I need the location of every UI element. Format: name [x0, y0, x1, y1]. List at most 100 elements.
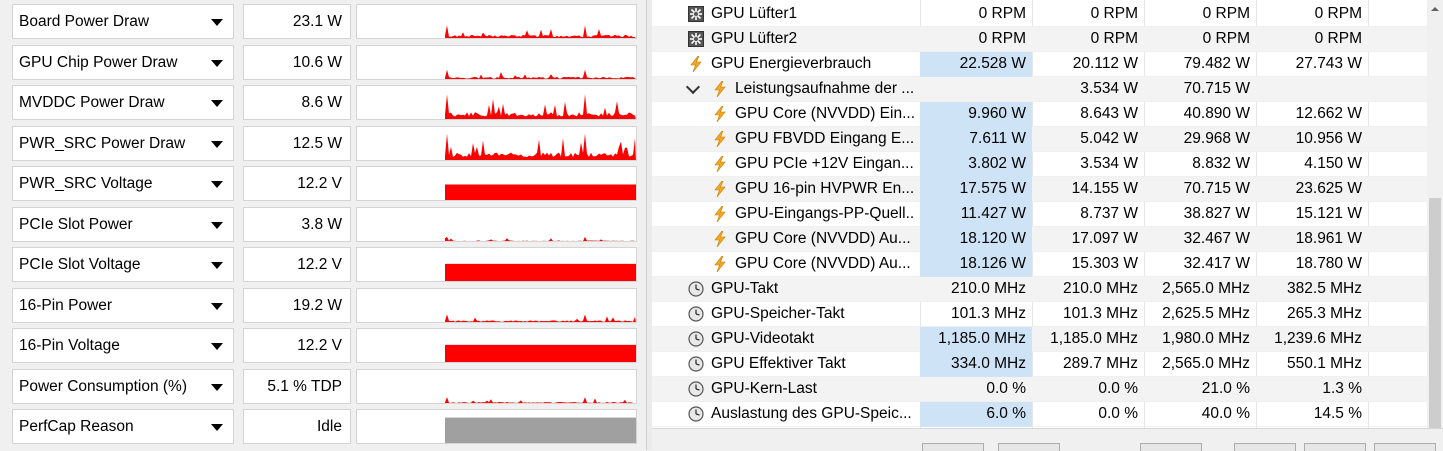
minimum-value-cell: 8.643 W — [1032, 102, 1144, 127]
value-text: 21.0 % — [1201, 380, 1250, 397]
sensor-graph — [356, 368, 637, 404]
maximum-value-cell: 0 RPM — [1144, 2, 1256, 27]
value-text: 265.3 MHz — [1287, 305, 1362, 322]
current-value-cell: 7.611 W — [920, 127, 1032, 152]
fan-icon — [688, 6, 704, 22]
vertical-scrollbar[interactable] — [1427, 0, 1443, 428]
chevron-down-icon[interactable] — [685, 79, 701, 95]
sensor-graph — [356, 287, 637, 323]
dropdown-arrow-icon[interactable] — [211, 19, 223, 26]
sensor-list-row[interactable]: GPU-Takt 210.0 MHz 210.0 MHz 2,565.0 MHz 382… — [652, 277, 1427, 302]
value-text: 70.715 W — [1183, 80, 1250, 97]
sensor-label: Auslastung des GPU-Speic... — [711, 405, 912, 422]
sensor-name-dropdown[interactable]: MVDDC Power Draw — [12, 85, 234, 120]
sensor-list-row[interactable]: GPU FBVDD Eingang E... 7.611 W 5.042 W 29.9… — [652, 127, 1427, 152]
lightning-icon — [688, 55, 704, 73]
value-text: 11.427 W — [960, 205, 1026, 222]
current-value-cell: 1,185.0 MHz — [920, 327, 1032, 352]
value-text: 15.303 W — [1071, 255, 1138, 272]
current-value-cell: 6.0 % — [920, 402, 1032, 427]
value-text: 32.467 W — [1183, 230, 1250, 247]
dropdown-arrow-icon[interactable] — [211, 59, 223, 67]
value-text: 0 RPM — [1202, 30, 1250, 47]
sensor-label: GPU-Takt — [711, 280, 779, 297]
dropdown-arrow-icon[interactable] — [211, 424, 223, 431]
sensor-name-label: PCIe Slot Voltage — [19, 256, 141, 273]
sensor-list-row[interactable]: GPU Lüfter1 0 RPM 0 RPM 0 RPM 0 RPM — [652, 2, 1427, 27]
minimum-value-cell: 14.155 W — [1032, 177, 1144, 202]
average-value-cell: 265.3 MHz — [1256, 302, 1368, 327]
value-text: 2,565.0 MHz — [1162, 355, 1250, 372]
sensor-name-dropdown[interactable]: PerfCap Reason — [12, 409, 234, 444]
sensor-list-row[interactable]: GPU Core (NVVDD) Au... 18.120 W 17.097 W 32… — [652, 227, 1427, 252]
minimum-value-cell: 8.737 W — [1032, 202, 1144, 227]
value-text: 1,185.0 MHz — [938, 330, 1026, 347]
sensor-list-row[interactable]: GPU Energieverbrauch 22.528 W 20.112 W 79.4… — [652, 52, 1427, 77]
sensor-name-dropdown[interactable]: 16-Pin Voltage — [12, 328, 234, 363]
scrollbar-thumb[interactable] — [1429, 198, 1441, 428]
sensor-value-box: 12.2 V — [243, 166, 351, 201]
sensor-name-dropdown[interactable]: 16-Pin Power — [12, 287, 234, 323]
average-value-cell: 18.780 W — [1256, 252, 1368, 277]
value-text: 22.528 W — [959, 55, 1026, 72]
sensor-value-box: 3.8 W — [243, 206, 351, 242]
clock-icon — [688, 406, 704, 422]
sensor-list-row[interactable]: Leistungsaufnahme der ... 3.534 W 70.715 W — [652, 77, 1427, 102]
value-text: 1.3 % — [1322, 380, 1362, 397]
gpuz-sensor-panel: Board Power Draw 23.1 W GPU Chip Power Dra… — [0, 0, 646, 450]
sensor-graph-plot — [445, 184, 636, 200]
sensor-list-row[interactable]: GPU-Eingangs-PP-Quell... 11.427 W 8.737 W 3… — [652, 202, 1427, 227]
sensor-list-row[interactable]: GPU-Videotakt 1,185.0 MHz 1,185.0 MHz 1,980… — [652, 327, 1427, 352]
dropdown-arrow-icon[interactable] — [211, 221, 223, 229]
value-text: 382.5 MHz — [1287, 280, 1362, 297]
average-value-cell: 15.121 W — [1256, 202, 1368, 227]
sensor-label: Leistungsaufnahme der ... — [735, 80, 915, 97]
dropdown-arrow-icon[interactable] — [211, 302, 223, 310]
dropdown-arrow-icon[interactable] — [211, 262, 223, 269]
sensor-list-row[interactable]: GPU-Kern-Last 0.0 % 0.0 % 21.0 % 1.3 % — [652, 377, 1427, 402]
sensor-list-row[interactable]: Auslastung des GPU-Speic... 6.0 % 0.0 % 40.… — [652, 402, 1427, 427]
sensor-name-dropdown[interactable]: PCIe Slot Voltage — [12, 247, 234, 282]
current-value-cell: 18.126 W — [920, 252, 1032, 277]
dropdown-arrow-icon[interactable] — [211, 343, 223, 350]
sensor-list-row[interactable]: GPU 16-pin HVPWR En... 17.575 W 14.155 W 70… — [652, 177, 1427, 202]
sensor-name-dropdown[interactable]: PWR_SRC Voltage — [12, 166, 234, 201]
dropdown-arrow-icon[interactable] — [211, 140, 223, 148]
sensor-value: 3.8 W — [301, 215, 342, 233]
dropdown-arrow-icon[interactable] — [211, 181, 223, 188]
clock-icon — [688, 306, 704, 322]
scroll-up-button[interactable] — [1427, 0, 1443, 17]
sensor-name-dropdown[interactable]: GPU Chip Power Draw — [12, 44, 234, 80]
dropdown-arrow-icon[interactable] — [211, 100, 223, 107]
sensor-name-dropdown[interactable]: PCIe Slot Power — [12, 206, 234, 242]
sensor-name-label: PCIe Slot Power — [19, 215, 133, 233]
sensor-list-row[interactable]: GPU Lüfter2 0 RPM 0 RPM 0 RPM 0 RPM — [652, 27, 1427, 52]
value-text: 23.625 W — [1295, 180, 1362, 197]
value-text: 38.827 W — [1183, 205, 1250, 222]
sensor-graph — [356, 44, 637, 80]
sensor-graph-plot — [445, 263, 636, 281]
sensor-list-row[interactable]: GPU Effektiver Takt 334.0 MHz 289.7 MHz 2,5… — [652, 352, 1427, 377]
average-value-cell: 0 RPM — [1256, 27, 1368, 52]
sensor-value: Idle — [317, 418, 342, 435]
sensor-list-row[interactable]: GPU-Speicher-Takt 101.3 MHz 101.3 MHz 2,625… — [652, 302, 1427, 327]
sensor-graph-trace — [445, 133, 636, 160]
sensor-list-row[interactable]: GPU Core (NVVDD) Ein... 9.960 W 8.643 W 40.… — [652, 102, 1427, 127]
average-value-cell: 1.3 % — [1256, 377, 1368, 402]
sensor-label: GPU-Speicher-Takt — [711, 305, 845, 322]
sensor-value: 12.2 V — [297, 337, 342, 354]
sensor-list-row[interactable]: GPU PCIe +12V Eingan... 3.802 W 3.534 W 8.8… — [652, 152, 1427, 177]
minimum-value-cell: 210.0 MHz — [1032, 277, 1144, 302]
sensor-name-dropdown[interactable]: Board Power Draw — [12, 4, 234, 39]
clock-icon — [688, 381, 704, 397]
maximum-value-cell: 32.467 W — [1144, 227, 1256, 252]
sensor-name-label: PerfCap Reason — [19, 418, 134, 435]
sensor-name-dropdown[interactable]: Power Consumption (%) — [12, 368, 234, 404]
sensor-list-row[interactable]: GPU Core (NVVDD) Au... 18.126 W 15.303 W 32… — [652, 252, 1427, 277]
dropdown-arrow-icon[interactable] — [211, 383, 223, 391]
minimum-value-cell: 17.097 W — [1032, 227, 1144, 252]
sensor-name-dropdown[interactable]: PWR_SRC Power Draw — [12, 125, 234, 161]
sensor-graph-plot — [445, 94, 636, 119]
value-text: 79.482 W — [1183, 55, 1250, 72]
average-value-cell: 550.1 MHz — [1256, 352, 1368, 377]
